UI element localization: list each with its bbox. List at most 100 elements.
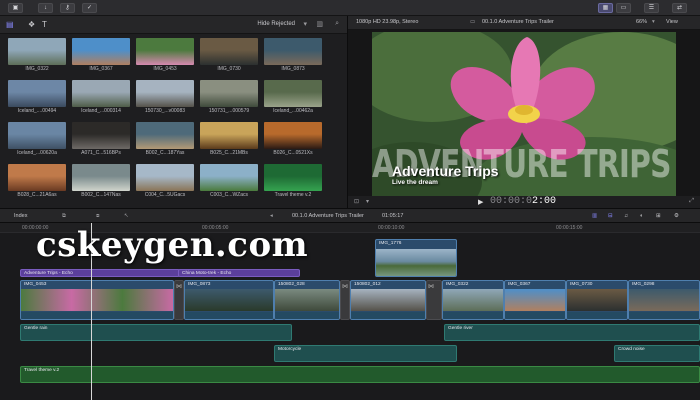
browser-clip[interactable]: Iceland_....00494 [8,80,66,114]
index-button[interactable]: Index [14,213,27,219]
view-dropdown[interactable]: View [666,19,678,25]
titles-icon[interactable]: T [42,20,52,29]
edit-tools-icon[interactable]: ⧈ [96,213,100,220]
play-icon[interactable]: ▶ [478,198,483,206]
zoom-dropdown[interactable]: 66% [636,19,647,25]
clip-name: B028_C...21A6as [17,192,57,198]
share-button[interactable]: ⇄ [672,3,687,13]
watermark-text: cskeygen.com [36,225,309,265]
import-button[interactable]: ↓ [38,3,53,13]
snapping-icon[interactable]: ⊟ [608,213,613,219]
timeline-duration: 01:05:17 [382,213,404,219]
audio-clip-gentle-river[interactable]: Gentle river [444,324,700,341]
browser-clip[interactable]: Travel theme v.2 [264,164,322,198]
clip-filmstrip [376,249,456,276]
format-label: 1080p HD 23.98p, Stereo [356,19,419,25]
clip-filmstrip [629,289,699,311]
transform-icon[interactable]: ⊡ [354,198,359,205]
browser-header: ▤ ❖ T Hide Rejected ▾ ▥ ⌕ [0,16,347,34]
primary-clip[interactable]: 150802_028 [274,280,340,320]
timeline-settings-icon[interactable]: ⚙ [674,213,679,219]
clip-name: B002_C...187Yas [145,150,185,156]
back-icon[interactable]: ◂ [270,213,273,219]
browser-clip[interactable]: B025_C...21MBs [200,122,258,156]
clip-name: Iceland_...00620a [17,150,57,156]
transition[interactable]: ⋈ [426,280,442,320]
video-frame[interactable]: ADVENTURE TRIPS Adventure Trips Live the… [372,32,676,209]
libraries-icon[interactable]: ▤ [6,20,16,29]
browser-clip[interactable]: 150731_...000579 [200,80,258,114]
browser-clip[interactable]: IMG_0453 [136,38,194,72]
clip-thumbnail [72,80,130,107]
primary-clip[interactable]: IMG_0298 [628,280,700,320]
audio-clip-gentle-rain[interactable]: Gentle rain [20,324,292,341]
transition[interactable]: ⋈ [340,280,350,320]
clip-filter-dropdown[interactable]: Hide Rejected [257,21,295,27]
zoom-icon[interactable]: ⊞ [656,213,661,219]
connected-clip[interactable]: IMG_1776 [375,239,457,277]
primary-clip[interactable]: 150802_012 [350,280,426,320]
audio-skimming-icon[interactable]: ♫ [624,213,628,219]
clip-thumbnail [8,80,66,107]
primary-clip[interactable]: IMG_0322 [442,280,504,320]
chevron-down-icon[interactable]: ▾ [652,19,655,25]
select-tool-icon[interactable]: ↖ [124,213,129,219]
browser-clip[interactable]: IMG_0322 [8,38,66,72]
browser-clip[interactable]: 150730_...v00083 [136,80,194,114]
clip-filmstrip [567,289,627,311]
chevron-down-icon[interactable]: ▾ [366,198,369,205]
browser-clip[interactable]: C004_C...5UGacs [136,164,194,198]
browser-clip[interactable]: A071_C...516BPs [72,122,130,156]
clip-filmstrip [443,289,503,311]
transition[interactable]: ⋈ [174,280,184,320]
overlay-title: Adventure Trips [392,163,499,179]
clip-appearance-icon[interactable]: ▥ [316,20,323,28]
clip-name: IMG_0730 [570,282,593,287]
clip-thumbnail [136,38,194,65]
echo-clip-china[interactable]: China Moto-trek - Echo [178,269,300,277]
clip-thumbnail [72,38,130,65]
fullscreen-icon[interactable]: ⤢ [689,198,694,205]
timeline-toolbar: Index ⧉ ⧈ ↖ ◂ 00.1.0 Adventure Trips Tra… [0,208,700,223]
clip-thumbnail [264,164,322,191]
audio-waveform [567,312,627,319]
browser-clip[interactable]: IMG_0873 [264,38,322,72]
clip-tools-icon[interactable]: ⧉ [62,213,66,220]
library-button[interactable]: ▣ [8,3,23,13]
browser-clip[interactable]: Iceland_...000314 [72,80,130,114]
primary-clip[interactable]: IMG_0367 [504,280,566,320]
inspector-button[interactable]: ☰ [644,3,659,13]
audio-waveform [629,312,699,319]
browser-clip[interactable]: Iceland_...00620a [8,122,66,156]
chevron-down-icon[interactable]: ▾ [303,20,307,28]
echo-clip-adventure[interactable]: Adventure Trips - Echo [20,269,180,277]
solo-icon[interactable]: ◐ [640,213,643,219]
browser-clip[interactable]: IMG_0367 [72,38,130,72]
music-clip[interactable]: Travel theme v.2 [20,366,700,383]
primary-clip[interactable]: IMG_0730 [566,280,628,320]
browser-clip[interactable]: B002_C...147Nas [72,164,130,198]
layout-browser-button[interactable]: ▦ [598,3,613,13]
viewer-timecode: 00:00:02:00 [490,196,557,207]
keywords-button[interactable]: ⚷ [60,3,75,13]
clip-thumbnail [72,122,130,149]
primary-clip[interactable]: IMG_0453 [20,280,174,320]
clip-filmstrip [505,289,565,311]
clip-name: Iceland_....00494 [17,108,57,114]
photos-icon[interactable]: ❖ [28,20,38,29]
search-icon[interactable]: ⌕ [335,20,339,28]
layout-timeline-button[interactable]: ▭ [616,3,631,13]
browser-clip[interactable]: IMG_0730 [200,38,258,72]
background-tasks-button[interactable]: ✓ [82,3,97,13]
primary-clip[interactable]: IMG_0873 [184,280,274,320]
audio-clip-crowd-noise[interactable]: Crowd noise [614,345,700,362]
browser-clip[interactable]: Iceland_...00462a [264,80,322,114]
browser-clip[interactable]: B002_C...187Yas [136,122,194,156]
browser-clip[interactable]: C003_C...WZacs [200,164,258,198]
clip-appearance-icon[interactable]: ▥ [592,213,597,219]
clip-filmstrip [185,289,273,311]
audio-clip-motorcycle[interactable]: Motorcycle [274,345,457,362]
browser-clip[interactable]: B026_C...0521Xs [264,122,322,156]
browser-clip[interactable]: B028_C...21A6as [8,164,66,198]
transition-icon: ⋈ [342,284,348,290]
